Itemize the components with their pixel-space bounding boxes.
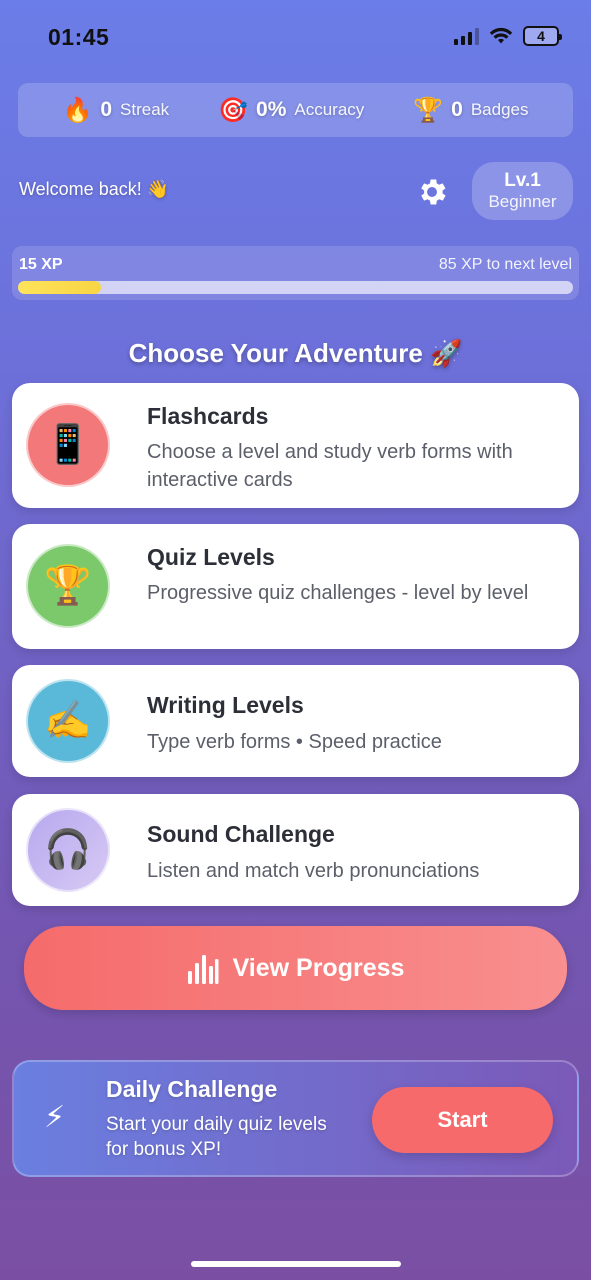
daily-challenge-banner: ⚡ Daily Challenge Start your daily quiz …: [12, 1060, 579, 1177]
stat-value: 0: [100, 98, 113, 121]
level-number: Lv.1: [504, 170, 541, 191]
xp-to-next-level: 85 XP to next level: [438, 256, 572, 273]
view-progress-button[interactable]: View Progress: [24, 926, 567, 1010]
card-title: Sound Challenge: [147, 821, 335, 847]
quiz-levels-card[interactable]: 🏆 Quiz Levels Progressive quiz challenge…: [12, 524, 579, 649]
fire-icon: 🔥: [62, 96, 93, 124]
level-badge[interactable]: Lv.1 Beginner: [472, 162, 573, 220]
card-description: Choose a level and study verb forms with…: [147, 441, 513, 491]
xp-current: 15 XP: [19, 256, 63, 273]
card-description: Listen and match verb pronunciations: [147, 860, 480, 882]
headphones-icon: 🎧: [26, 808, 110, 892]
card-description: Progressive quiz challenges - level by l…: [147, 582, 529, 604]
writing-levels-card[interactable]: ✍️ Writing Levels Type verb forms • Spee…: [12, 665, 579, 777]
section-title: Choose Your Adventure 🚀: [128, 338, 463, 368]
start-button[interactable]: Start: [372, 1087, 553, 1153]
settings-button[interactable]: [414, 174, 450, 210]
stat-label: Accuracy: [294, 100, 365, 119]
flashcard-icon: 📱: [26, 403, 110, 487]
daily-challenge-title: Daily Challenge: [106, 1076, 278, 1102]
status-bar: 01:45 4: [0, 0, 591, 70]
xp-progress-fill: [18, 281, 102, 294]
daily-challenge-description: Start your daily quiz levels for bonus X…: [106, 1114, 327, 1160]
stat-accuracy: 🎯 0% Accuracy: [218, 96, 364, 125]
status-icons: 4: [454, 26, 562, 46]
gear-icon: [421, 179, 446, 205]
xp-progress-track: [18, 281, 573, 294]
home-indicator[interactable]: [191, 1261, 401, 1267]
sound-challenge-card[interactable]: 🎧 Sound Challenge Listen and match verb …: [12, 794, 579, 906]
card-description: Type verb forms • Speed practice: [147, 731, 442, 753]
xp-progress-panel: 15 XP 85 XP to next level: [12, 246, 579, 300]
wifi-icon: [489, 27, 513, 44]
card-title: Writing Levels: [147, 692, 304, 718]
welcome-text: Welcome back! 👋: [19, 179, 170, 199]
stat-streak: 🔥 0 Streak: [62, 96, 169, 125]
target-icon: 🎯: [218, 96, 249, 124]
card-title: Flashcards: [147, 403, 269, 429]
trophy-icon: 🏆: [26, 544, 110, 628]
status-time: 01:45: [48, 24, 110, 50]
card-title: Quiz Levels: [147, 544, 275, 570]
stat-label: Streak: [120, 100, 170, 119]
stat-label: Badges: [470, 100, 529, 119]
stat-value: 0: [451, 98, 463, 121]
bar-chart-icon: [187, 955, 219, 984]
writing-hand-icon: ✍️: [26, 679, 110, 763]
battery-icon: 4: [523, 26, 562, 46]
flashcards-card[interactable]: 📱 Flashcards Choose a level and study ve…: [12, 383, 579, 508]
stats-bar: 🔥 0 Streak 🎯 0% Accuracy 🏆 0 Badges: [18, 83, 573, 137]
level-rank: Beginner: [488, 192, 557, 211]
trophy-icon: 🏆: [413, 96, 444, 124]
view-progress-label: View Progress: [232, 953, 405, 982]
lightning-icon: ⚡: [44, 1101, 66, 1134]
stat-badges: 🏆 0 Badges: [413, 96, 528, 125]
cellular-signal-icon: [454, 27, 479, 45]
stat-value: 0%: [256, 98, 287, 121]
